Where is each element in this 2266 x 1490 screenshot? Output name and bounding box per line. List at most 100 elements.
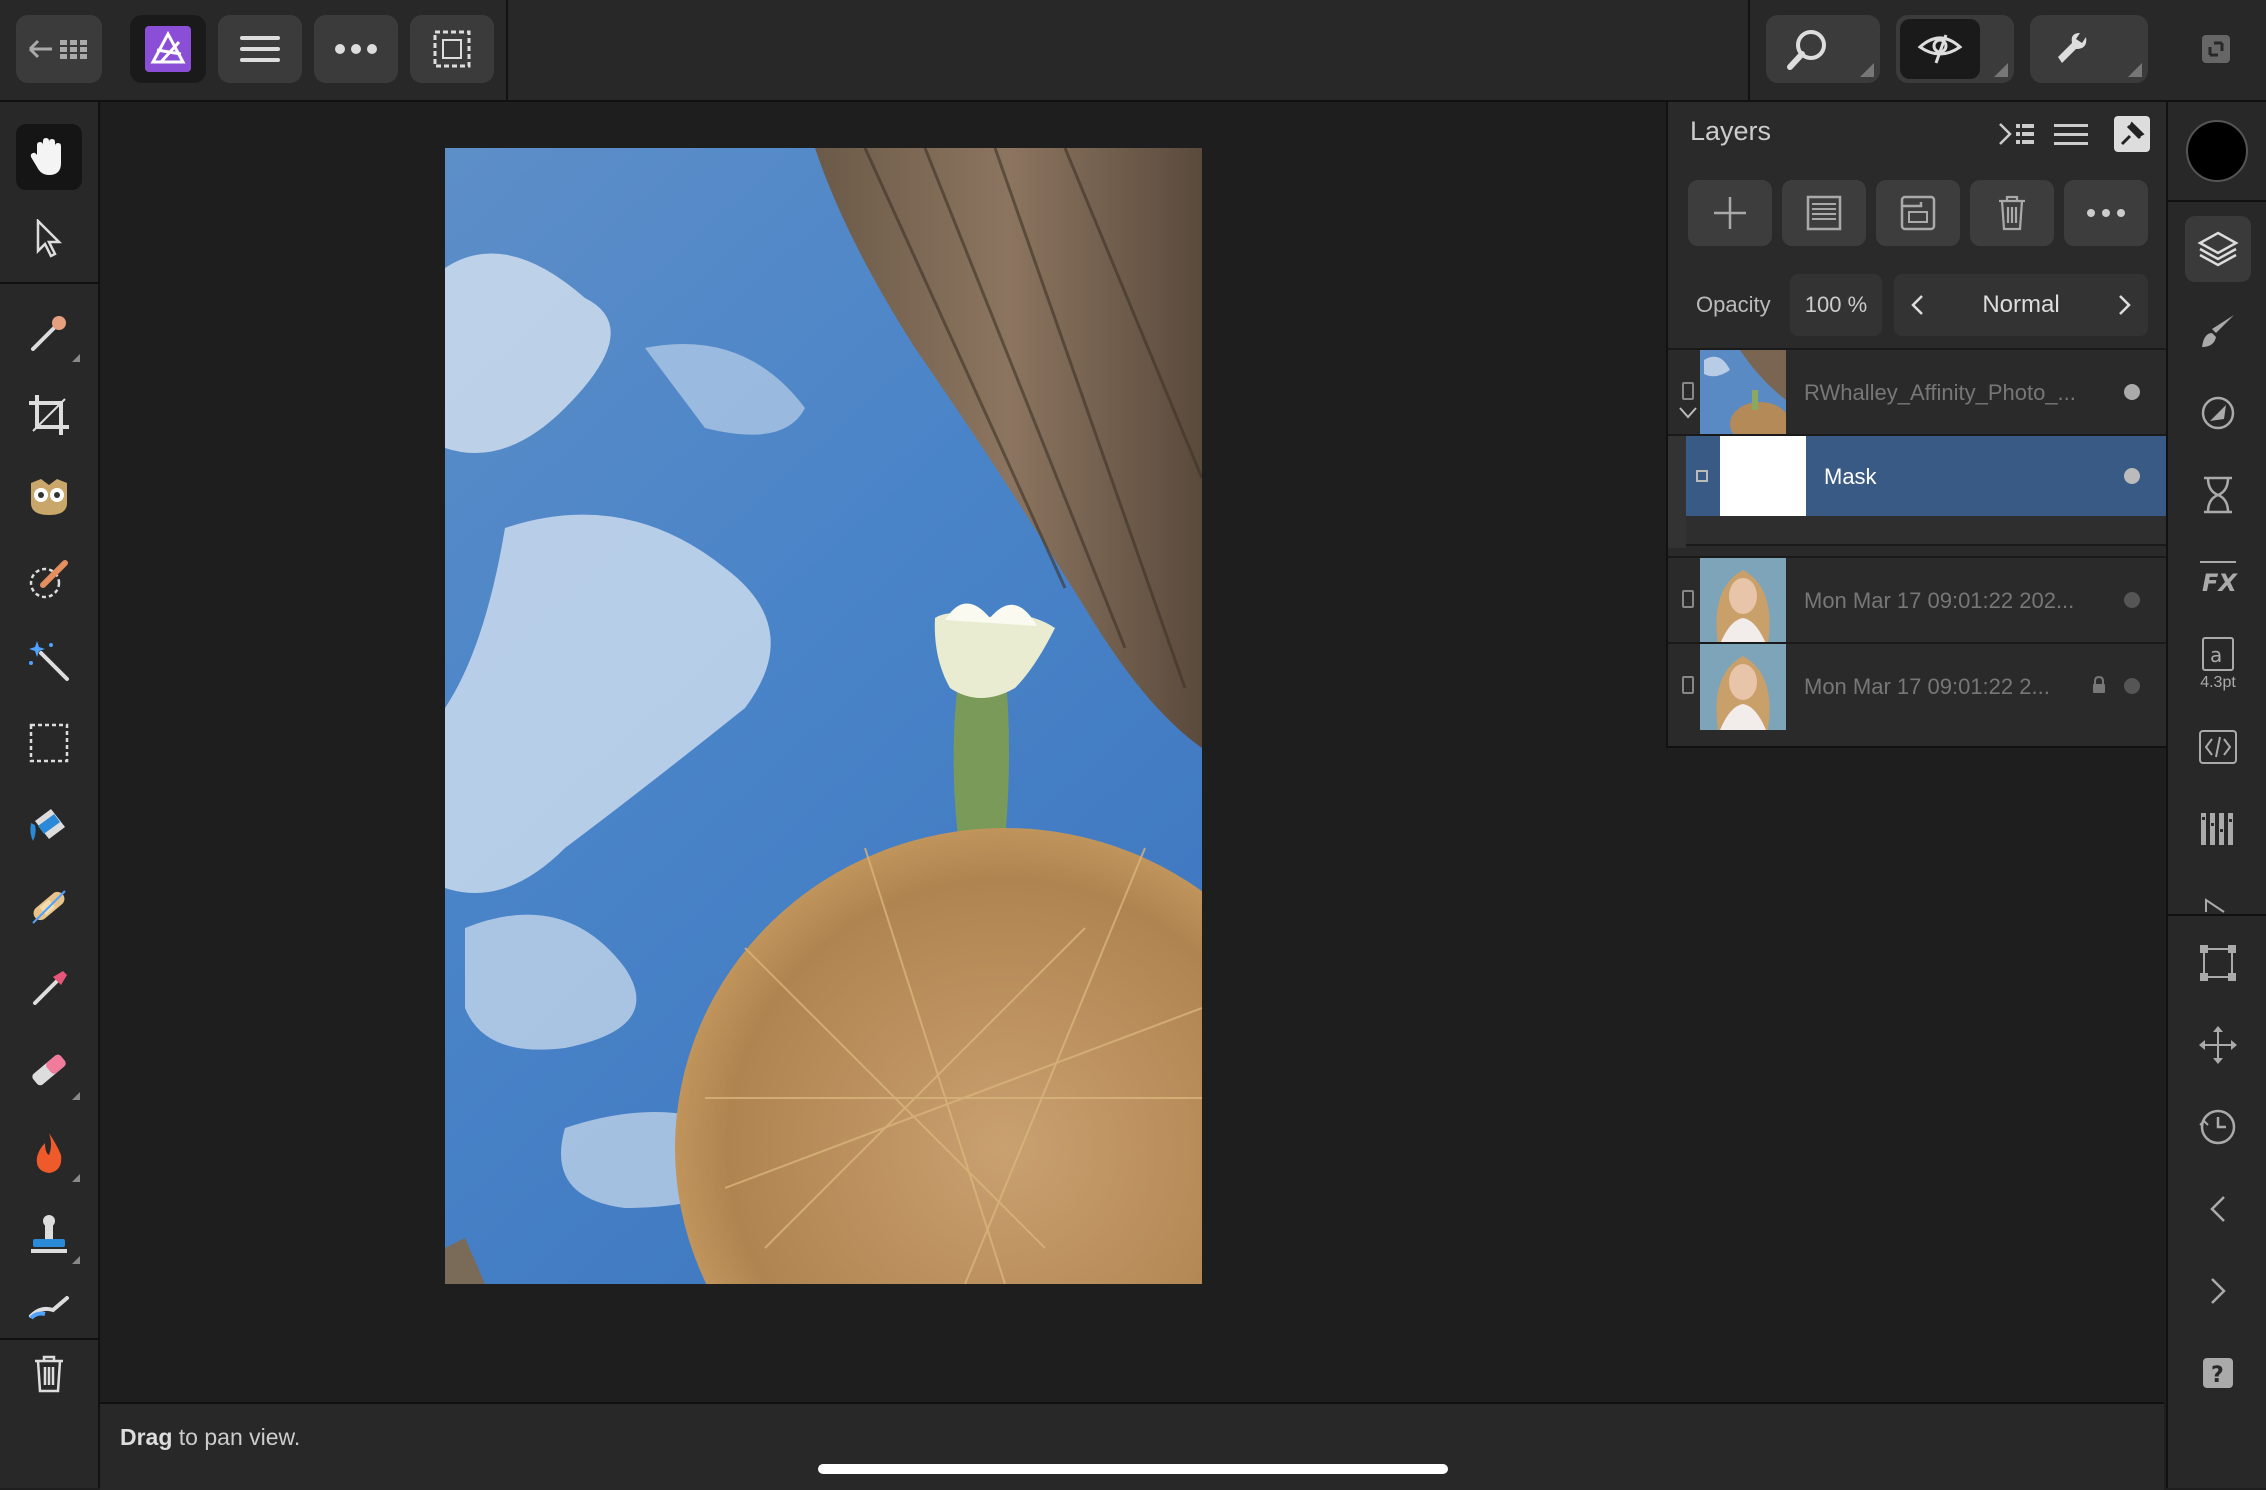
channels-studio-button[interactable] [2185,796,2251,862]
effects-studio-button[interactable]: FX [2185,544,2251,610]
visibility-toggle[interactable] [2124,384,2140,400]
assistant-button[interactable] [2030,15,2148,83]
adjustments-icon [2201,396,2235,430]
time-studio-button[interactable] [2185,1094,2251,1160]
panel-title: Layers [1690,116,1772,146]
zoom-button[interactable] [1766,15,1880,83]
paint-brush-icon [33,971,67,1005]
marquee-tool[interactable] [16,710,82,776]
hand-icon [30,138,61,175]
group-footer [1686,516,2168,546]
brushes-icon [2202,315,2234,347]
marquee-icon [29,723,69,763]
back-to-gallery-button[interactable] [16,15,102,83]
chevron-down-icon[interactable] [1678,406,1698,420]
layer-row-selected[interactable]: Mask [1668,434,2168,548]
healing-tool[interactable] [16,874,82,940]
blend-mode-selector[interactable]: Normal [1894,274,2148,336]
text-styles-studio-button[interactable]: a 4.3pt [2185,626,2251,702]
document-image[interactable] [445,148,1202,1284]
home-indicator[interactable] [818,1464,1448,1474]
strip-divider [2168,200,2266,202]
partial-icon [2205,898,2225,913]
layer-row[interactable]: Mon Mar 17 09:01:22 2... [1668,642,2168,730]
opacity-field[interactable]: 100 % [1790,274,1882,336]
smudge-icon [29,1296,69,1320]
transform-icon [2200,945,2236,981]
text-size-label: 4.3pt [2200,674,2236,691]
more-icon [335,44,377,54]
submenu-indicator [72,1092,80,1100]
color-picker-tool[interactable] [16,300,82,366]
layer-options-button[interactable] [2064,180,2148,246]
navigator-studio-button[interactable] [2185,1012,2251,1078]
magic-wand-tool[interactable] [16,628,82,694]
persona-button[interactable] [130,15,206,83]
visibility-toggle[interactable] [2124,592,2140,608]
layer-type-icon [1682,676,1694,694]
mask-thumbnail [1720,436,1806,518]
channels-icon [2201,813,2233,845]
group-indent [1668,436,1686,548]
visibility-toggle[interactable] [2124,468,2140,484]
transform-studio-button[interactable] [2185,930,2251,996]
panel-menu-icon[interactable] [2054,122,2088,148]
plus-icon [1714,197,1746,229]
layer-row[interactable]: RWhalley_Affinity_Photo_... [1668,348,2168,436]
clone-icon [31,1215,67,1253]
delete-tool[interactable] [16,1340,82,1406]
layers-studio-button[interactable] [2185,216,2251,282]
chevron-right-icon[interactable] [2118,294,2132,316]
help-button[interactable]: ? [2185,1340,2251,1406]
visibility-toggle[interactable] [2124,678,2140,694]
dropdown-corner [1994,63,2008,77]
crop-tool[interactable] [16,382,82,448]
more-icon [2087,209,2125,217]
layer-thumbnail [1700,644,1786,730]
layers-panel: Layers Opacity 100 % Normal RWhalley_Aff… [1666,102,2168,748]
source-icon [2199,730,2237,764]
collapse-panel-icon[interactable] [1998,120,2034,150]
layer-row[interactable]: Mon Mar 17 09:01:22 202... [1668,556,2168,644]
add-layer-button[interactable] [1688,180,1772,246]
more-menu-button[interactable] [314,15,398,83]
navigator-icon [2199,1026,2237,1064]
view-icon [1917,34,1963,64]
delete-layer-button[interactable] [1970,180,2054,246]
smudge-tool[interactable] [16,1282,82,1332]
layer-type-icon [1682,590,1694,608]
flood-fill-tool[interactable] [16,792,82,858]
burn-tool[interactable] [16,1120,82,1186]
group-layers-button[interactable] [1876,180,1960,246]
selection-brush-tool[interactable] [16,546,82,612]
primary-color-swatch[interactable] [2186,120,2248,182]
adjustments-studio-button[interactable] [2185,380,2251,446]
cactus-photo [445,148,1202,1284]
svg-text:a: a [2210,643,2222,667]
layer-name: RWhalley_Affinity_Photo_... [1804,380,2076,405]
pin-panel-button[interactable] [2114,116,2150,152]
lock-icon[interactable] [2092,676,2106,694]
main-menu-button[interactable] [218,15,302,83]
add-mask-button[interactable] [1782,180,1866,246]
dropdown-corner [1860,63,1874,77]
mask-type-icon [1696,470,1708,482]
red-eye-tool[interactable] [16,464,82,530]
hand-tool[interactable] [16,124,82,190]
zoom-icon [1787,30,1826,70]
previous-button[interactable] [2185,1176,2251,1242]
time-icon [2199,1109,2236,1145]
brushes-studio-button[interactable] [2185,298,2251,364]
source-studio-button[interactable] [2185,714,2251,780]
move-tool[interactable] [16,206,82,272]
paint-brush-tool[interactable] [16,956,82,1022]
erase-brush-tool[interactable] [16,1038,82,1104]
clone-tool[interactable] [16,1202,82,1268]
history-studio-button[interactable] [2185,462,2251,528]
selection-mode-button[interactable] [410,15,494,83]
view-mode-button[interactable] [1896,15,2014,83]
help-icon: ? [2203,1358,2233,1388]
expand-button[interactable] [2188,15,2244,83]
chevron-left-icon[interactable] [1910,294,1924,316]
next-button[interactable] [2185,1258,2251,1324]
